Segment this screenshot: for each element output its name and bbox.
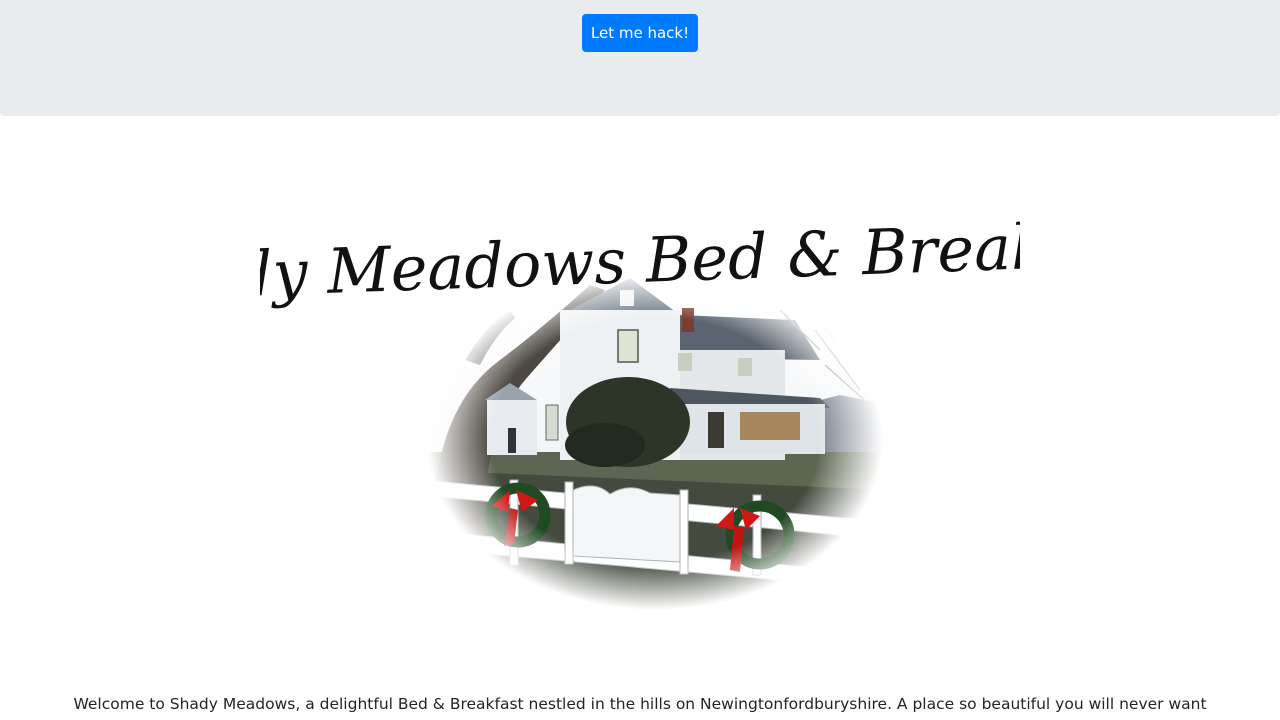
hotel-logo-image: Shady Meadows Bed & Breakfast	[112, 206, 1166, 610]
house-photo	[419, 270, 891, 610]
hotel-logo: Shady Meadows Bed & Breakfast	[112, 190, 1166, 620]
top-banner: Let me hack!	[0, 0, 1280, 116]
welcome-paragraph: Welcome to Shady Meadows, a delightful B…	[73, 695, 1207, 713]
let-me-hack-button[interactable]: Let me hack!	[582, 14, 698, 52]
